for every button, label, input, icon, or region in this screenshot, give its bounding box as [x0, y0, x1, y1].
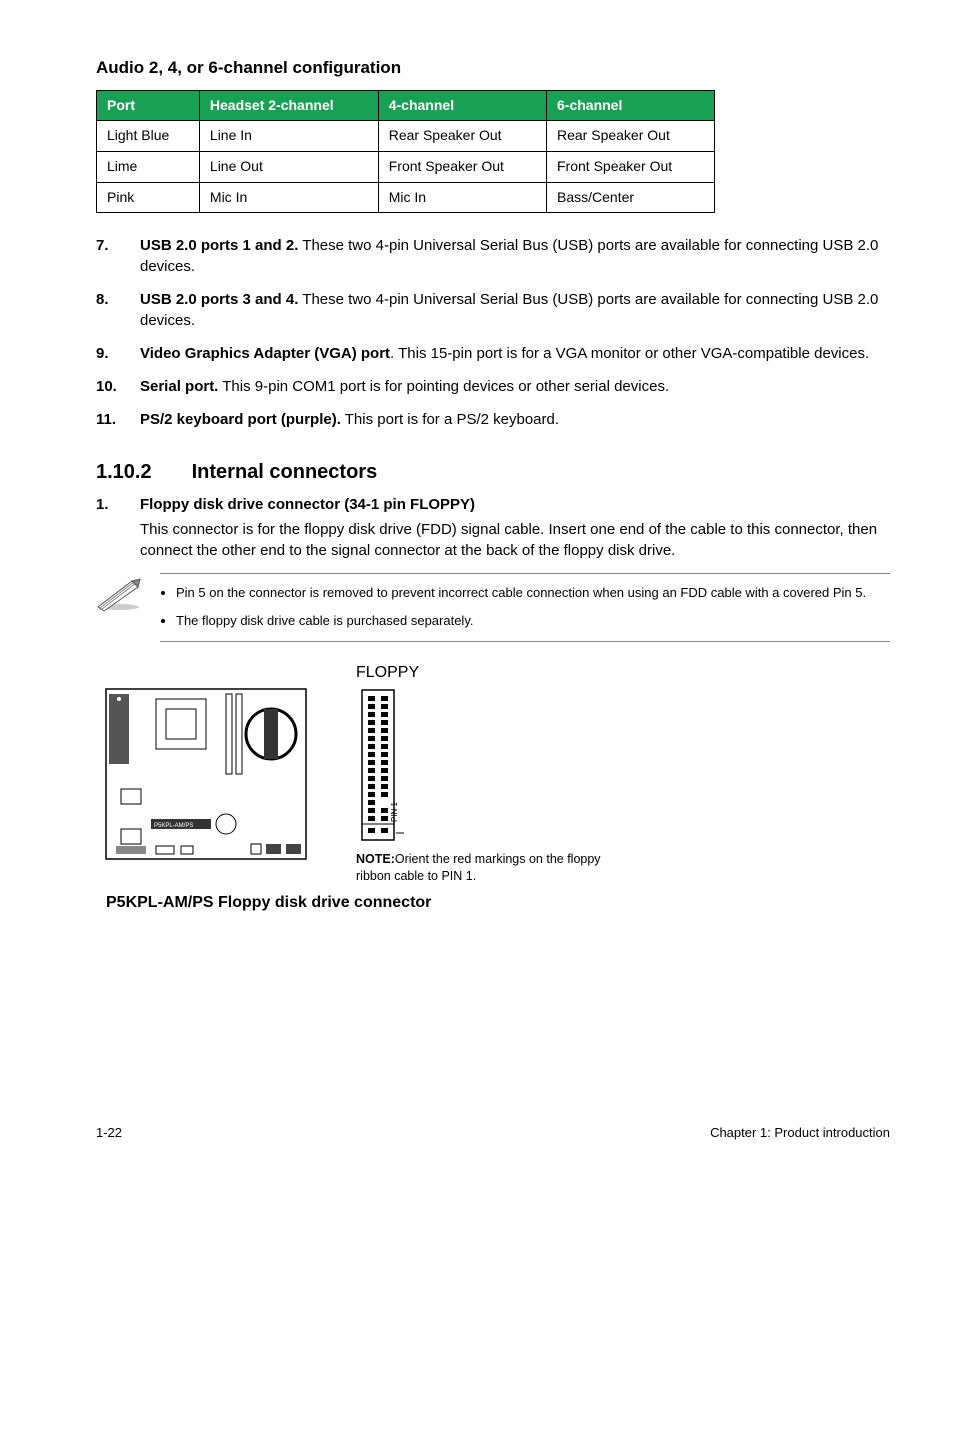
list-item: 10. Serial port. This 9-pin COM1 port is…: [96, 376, 890, 397]
list-item: 7. USB 2.0 ports 1 and 2. These two 4-pi…: [96, 235, 890, 277]
connector-label: FLOPPY: [356, 662, 419, 684]
note-item: Pin 5 on the connector is removed to pre…: [176, 584, 890, 602]
cell: Bass/Center: [547, 182, 715, 213]
item-text: PS/2 keyboard port (purple). This port i…: [140, 409, 559, 430]
list-item: 9. Video Graphics Adapter (VGA) port. Th…: [96, 343, 890, 364]
cell: Rear Speaker Out: [547, 121, 715, 152]
item-number: 8.: [96, 289, 140, 331]
list-item: 11. PS/2 keyboard port (purple). This po…: [96, 409, 890, 430]
cell: Front Speaker Out: [547, 151, 715, 182]
list-item: 8. USB 2.0 ports 3 and 4. These two 4-pi…: [96, 289, 890, 331]
note-item: The floppy disk drive cable is purchased…: [176, 612, 890, 630]
floppy-connector-detail: FLOPPY: [356, 662, 606, 886]
subsection-heading: 1.10.2 Internal connectors: [96, 458, 890, 486]
item-desc: . This 15-pin port is for a VGA monitor …: [390, 345, 869, 362]
pencil-note-icon: [96, 577, 142, 611]
table-row: Lime Line Out Front Speaker Out Front Sp…: [97, 151, 715, 182]
th-headset: Headset 2-channel: [199, 90, 378, 121]
cell: Line In: [199, 121, 378, 152]
diagram-note: NOTE:Orient the red markings on the flop…: [356, 851, 606, 886]
item-number: 9.: [96, 343, 140, 364]
pin1-label: PIN 1: [390, 801, 399, 822]
svg-text:P5KPL-AM/PS: P5KPL-AM/PS: [154, 823, 193, 829]
note-icon-wrap: [96, 573, 160, 617]
item-text: USB 2.0 ports 1 and 2. These two 4-pin U…: [140, 235, 890, 277]
page-footer: 1-22 Chapter 1: Product introduction: [96, 1124, 890, 1142]
page-number: 1-22: [96, 1124, 122, 1142]
cell: Light Blue: [97, 121, 200, 152]
item-title: USB 2.0 ports 3 and 4.: [140, 291, 298, 308]
audio-heading: Audio 2, 4, or 6-channel configuration: [96, 56, 890, 80]
cell: Front Speaker Out: [378, 151, 546, 182]
item-title: Serial port.: [140, 378, 218, 395]
th-4ch: 4-channel: [378, 90, 546, 121]
note-block: Pin 5 on the connector is removed to pre…: [96, 573, 890, 641]
subsection-title: Internal connectors: [192, 458, 378, 486]
cell: Pink: [97, 182, 200, 213]
chapter-label: Chapter 1: Product introduction: [710, 1124, 890, 1142]
table-row: Pink Mic In Mic In Bass/Center: [97, 182, 715, 213]
item-body: This connector is for the floppy disk dr…: [140, 519, 890, 561]
diagram-caption: P5KPL-AM/PS Floppy disk drive connector: [106, 892, 890, 914]
subsection-number: 1.10.2: [96, 458, 152, 486]
item-text: Video Graphics Adapter (VGA) port. This …: [140, 343, 869, 364]
item-text: Serial port. This 9-pin COM1 port is for…: [140, 376, 669, 397]
note-body: Pin 5 on the connector is removed to pre…: [160, 573, 890, 641]
audio-config-table: Port Headset 2-channel 4-channel 6-chann…: [96, 90, 715, 213]
motherboard-diagram: P5KPL-AM/PS: [96, 674, 316, 874]
item-title: PS/2 keyboard port (purple).: [140, 411, 341, 428]
item-desc: This 9-pin COM1 port is for pointing dev…: [218, 378, 669, 395]
item-number: 7.: [96, 235, 140, 277]
item-number: 10.: [96, 376, 140, 397]
cell: Lime: [97, 151, 200, 182]
cell: Line Out: [199, 151, 378, 182]
diagram-area: P5KPL-AM/PS FLOPPY: [96, 662, 890, 886]
floppy-connector-icon: PIN 1: [356, 688, 406, 843]
th-6ch: 6-channel: [547, 90, 715, 121]
item-number: 11.: [96, 409, 140, 430]
item-title: USB 2.0 ports 1 and 2.: [140, 237, 298, 254]
item-number: 1.: [96, 494, 140, 515]
item-desc: This port is for a PS/2 keyboard.: [341, 411, 559, 428]
th-port: Port: [97, 90, 200, 121]
cell: Rear Speaker Out: [378, 121, 546, 152]
cell: Mic In: [378, 182, 546, 213]
table-row: Light Blue Line In Rear Speaker Out Rear…: [97, 121, 715, 152]
item-title: Floppy disk drive connector (34-1 pin FL…: [140, 494, 475, 515]
note-bold: NOTE:: [356, 852, 395, 866]
port-list: 7. USB 2.0 ports 1 and 2. These two 4-pi…: [96, 235, 890, 430]
cell: Mic In: [199, 182, 378, 213]
floppy-item: 1. Floppy disk drive connector (34-1 pin…: [96, 494, 890, 515]
item-title: Video Graphics Adapter (VGA) port: [140, 345, 390, 362]
item-text: USB 2.0 ports 3 and 4. These two 4-pin U…: [140, 289, 890, 331]
